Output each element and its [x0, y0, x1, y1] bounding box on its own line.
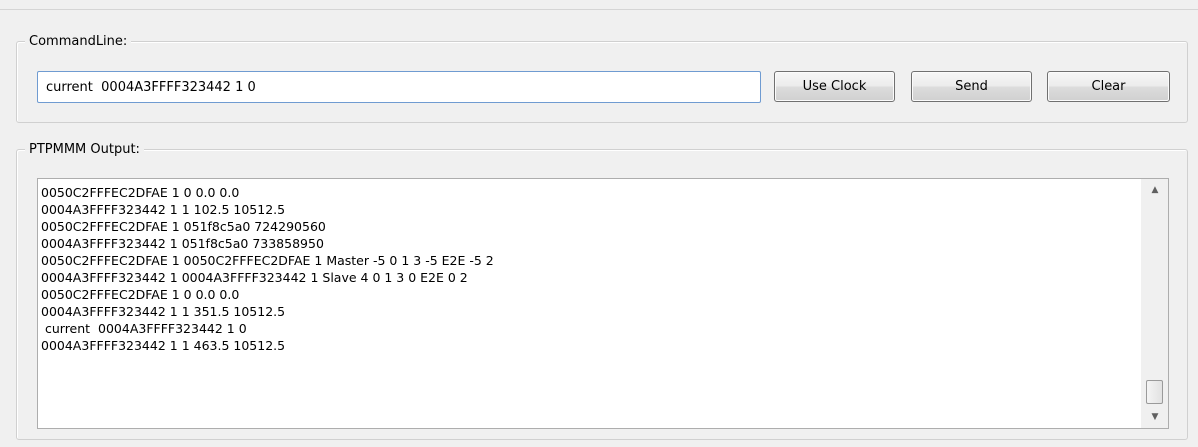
output-line: 0004A3FFFF323442 1 1 102.5 10512.5: [41, 202, 286, 217]
output-text-area[interactable]: 0050C2FFFEC2DFAE 1 0 0.0 0.0 0004A3FFFF3…: [37, 178, 1169, 429]
output-line: 0050C2FFFEC2DFAE 1 0 0.0 0.0: [41, 185, 240, 200]
use-clock-button[interactable]: Use Clock: [774, 71, 895, 102]
output-line: 0004A3FFFF323442 1 051f8c5a0 733858950: [41, 236, 324, 251]
scroll-up-arrow-icon[interactable]: ▲: [1142, 179, 1168, 201]
commandline-group-title: CommandLine:: [25, 33, 132, 50]
output-line: 0004A3FFFF323442 1 0004A3FFFF323442 1 Sl…: [41, 270, 468, 285]
scrollbar-thumb[interactable]: [1146, 380, 1163, 404]
output-lines: 0050C2FFFEC2DFAE 1 0 0.0 0.0 0004A3FFFF3…: [41, 184, 1138, 428]
command-input[interactable]: [37, 71, 761, 103]
vertical-scrollbar[interactable]: ▲ ▼: [1141, 179, 1168, 428]
output-line: 0004A3FFFF323442 1 1 351.5 10512.5: [41, 304, 286, 319]
commandline-groupbox: CommandLine: Use Clock Send Clear: [16, 33, 1188, 123]
top-divider: [0, 9, 1198, 10]
output-line: current 0004A3FFFF323442 1 0: [41, 321, 247, 336]
send-button[interactable]: Send: [911, 71, 1032, 102]
ptpmmm-output-group-title: PTPMMM Output:: [25, 141, 144, 158]
ptpmmm-output-groupbox: PTPMMM Output: 0050C2FFFEC2DFAE 1 0 0.0 …: [16, 141, 1188, 440]
output-line: 0050C2FFFEC2DFAE 1 051f8c5a0 724290560: [41, 219, 326, 234]
output-line: 0004A3FFFF323442 1 1 463.5 10512.5: [41, 338, 286, 353]
output-line: 0050C2FFFEC2DFAE 1 0050C2FFFEC2DFAE 1 Ma…: [41, 253, 494, 268]
clear-button[interactable]: Clear: [1047, 71, 1170, 102]
output-line: 0050C2FFFEC2DFAE 1 0 0.0 0.0: [41, 287, 240, 302]
scroll-down-arrow-icon[interactable]: ▼: [1142, 406, 1168, 428]
